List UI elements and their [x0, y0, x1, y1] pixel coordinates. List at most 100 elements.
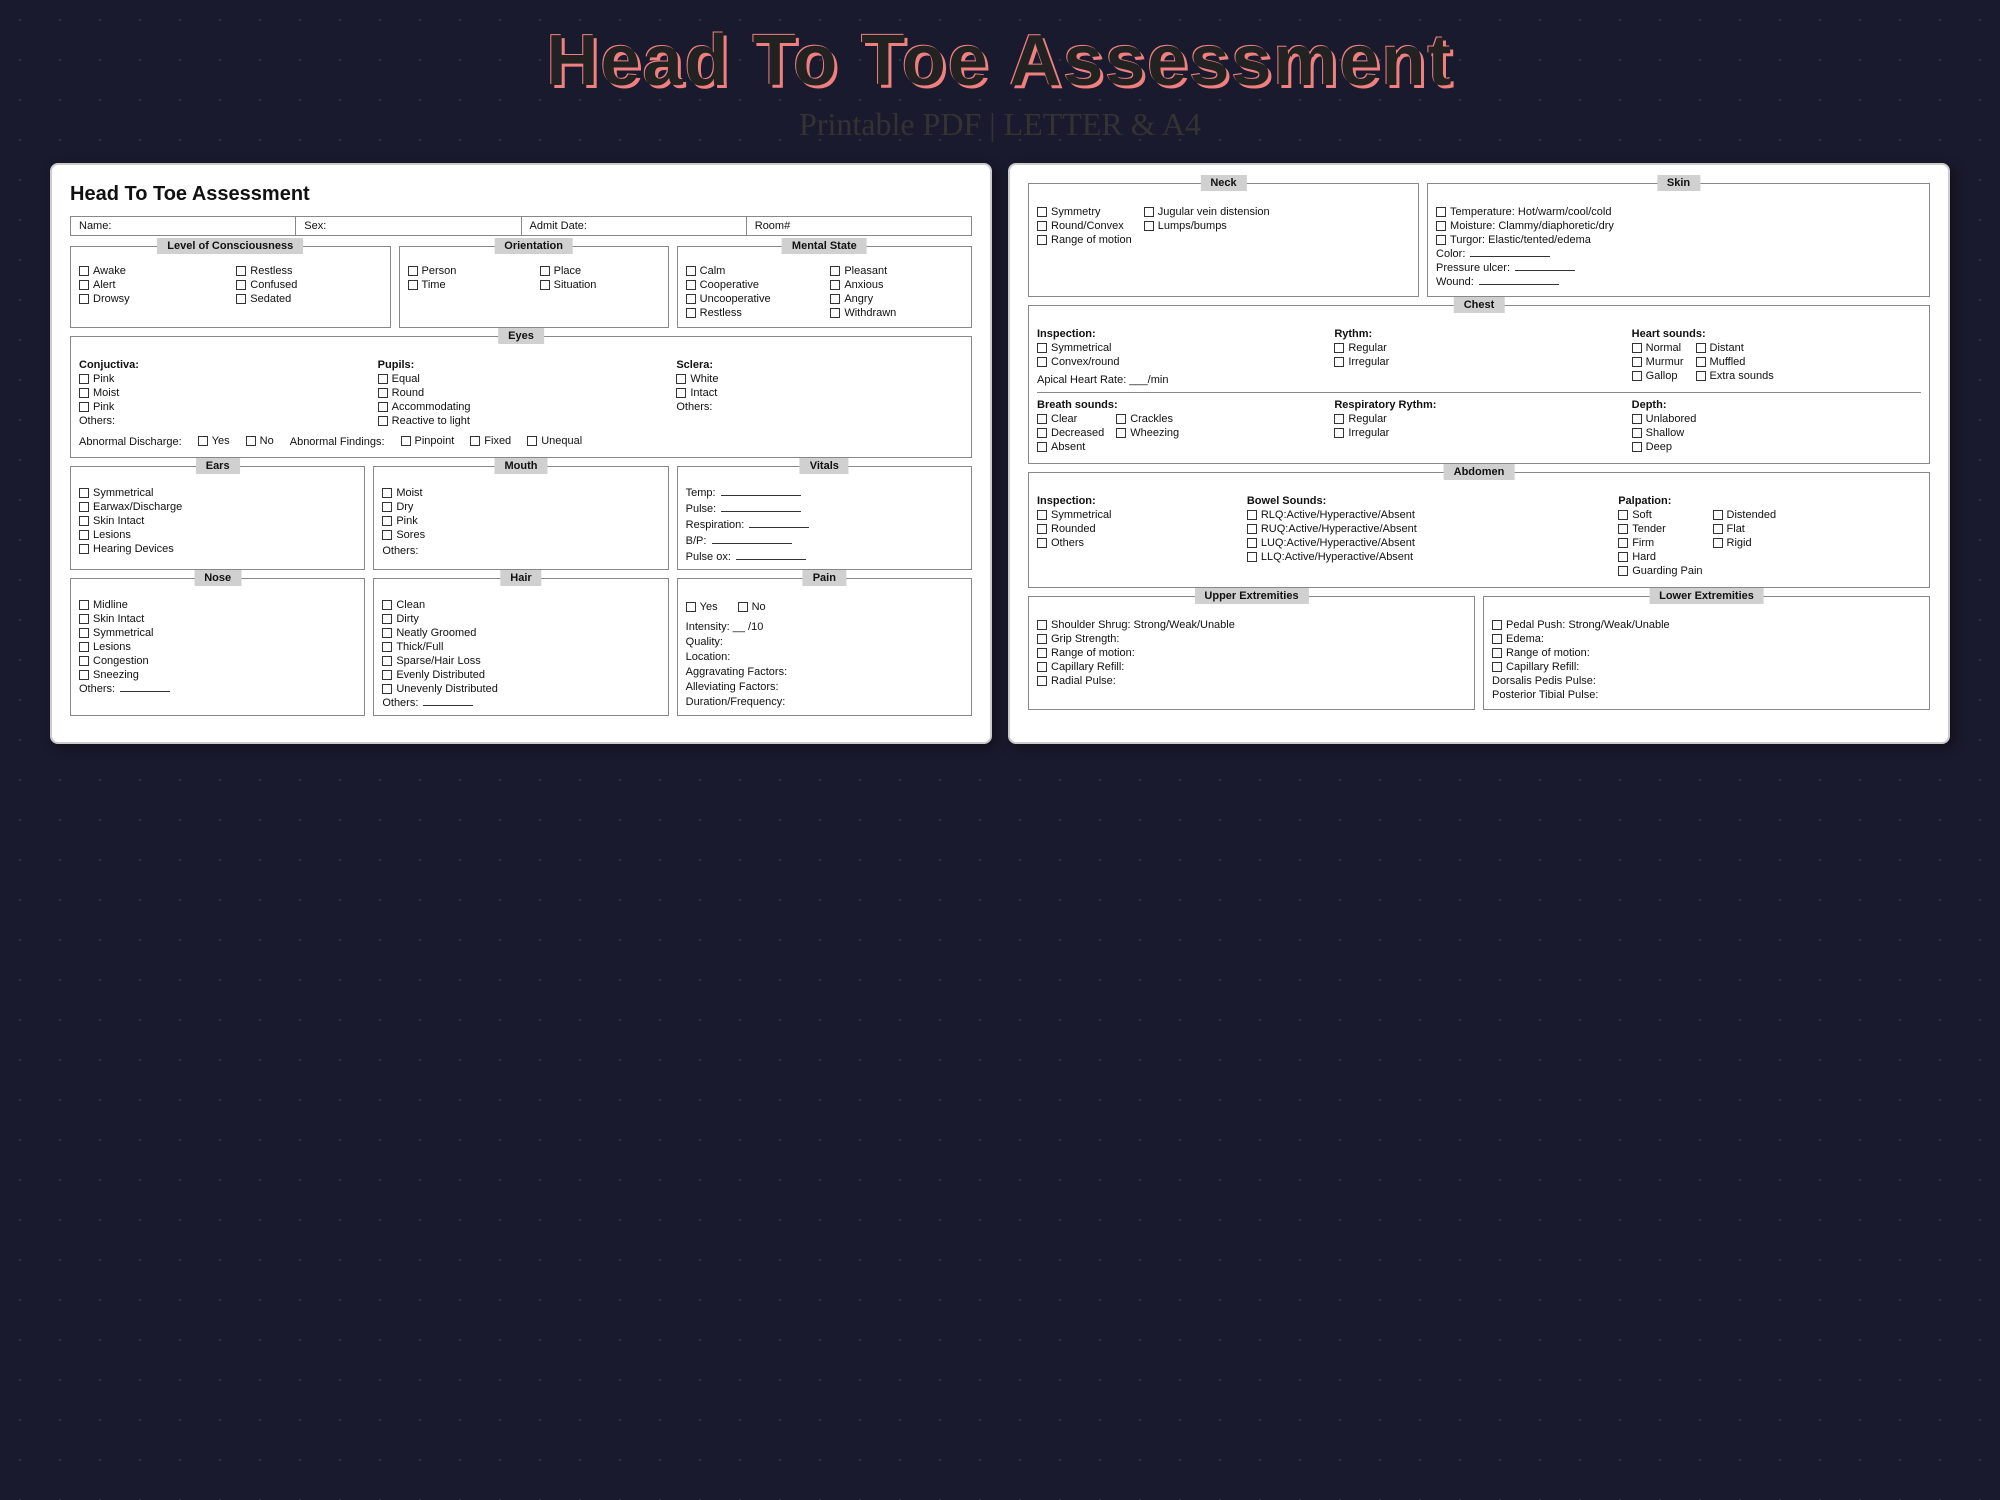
skin-label: Skin — [1657, 175, 1700, 191]
mouth-dry: Dry — [382, 501, 659, 513]
chest-apical: Apical Heart Rate: ___/min — [1037, 374, 1326, 386]
pain-section: Pain Yes No Intensity: __ /10 Quality: L… — [677, 578, 972, 716]
lower-ext-section: Lower Extremities Pedal Push: Strong/Wea… — [1483, 596, 1930, 710]
sclera-others: Others: — [676, 401, 963, 413]
chest-rythm-col: Rythm: Regular Irregular — [1334, 328, 1623, 386]
pain-label: Pain — [803, 570, 846, 586]
hair-unevenly: Unevenly Distributed — [382, 683, 659, 695]
ears-mouth-vitals: Ears Symmetrical Earwax/Discharge Skin I… — [70, 466, 972, 570]
bowel-ruq: RUQ:Active/Hyperactive/Absent — [1247, 523, 1610, 535]
chest-inspection-col: Inspection: Symmetrical Convex/round Api… — [1037, 328, 1326, 386]
heart-sounds-col2: Distant Muffled Extra sounds — [1696, 342, 1774, 384]
hair-sparse: Sparse/Hair Loss — [382, 655, 659, 667]
hair-dirty: Dirty — [382, 613, 659, 625]
findings-pinpoint: Pinpoint — [401, 435, 455, 447]
sclera-white: White — [676, 373, 963, 385]
chest-inner: Inspection: Symmetrical Convex/round Api… — [1037, 328, 1921, 386]
depth-shallow: Shallow — [1632, 427, 1921, 439]
le-capillary: Capillary Refill: — [1492, 661, 1921, 673]
chest-rythm-header: Rythm: — [1334, 328, 1623, 340]
neck-inner: Symmetry Round/Convex Range of motion Ju… — [1037, 206, 1410, 248]
mouth-others: Others: — [382, 545, 659, 557]
mental-cooperative: Cooperative — [686, 279, 819, 291]
findings-unequal: Unequal — [527, 435, 582, 447]
orient-time: Time — [408, 279, 528, 291]
chest-heart-sounds-col: Heart sounds: Normal Murmur Gallop Dista… — [1632, 328, 1921, 386]
palp-soft: Soft — [1618, 509, 1702, 521]
loc-section: Level of Consciousness Awake Alert Drows… — [70, 246, 391, 328]
conjunctiva-col: Conjuctiva: Pink Moist Pink Others: — [79, 359, 366, 429]
neck-round-convex: Round/Convex — [1037, 220, 1132, 232]
ears-hearing-devices: Hearing Devices — [79, 543, 356, 555]
vitals-section: Vitals Temp: Pulse: Respiration: B/P: Pu… — [677, 466, 972, 570]
resp-irregular: Irregular — [1334, 427, 1623, 439]
skin-wound: Wound: — [1436, 276, 1921, 288]
depth-col: Depth: Unlabored Shallow Deep — [1632, 399, 1921, 455]
pain-intensity: Intensity: __ /10 — [686, 621, 963, 633]
findings-fixed: Fixed — [470, 435, 511, 447]
orient-situation: Situation — [540, 279, 660, 291]
ears-skin-intact: Skin Intact — [79, 515, 356, 527]
chest-section: Chest Inspection: Symmetrical Convex/rou… — [1028, 305, 1930, 464]
heart-sounds-header: Heart sounds: — [1632, 328, 1921, 340]
heart-sounds-col1: Normal Murmur Gallop — [1632, 342, 1684, 384]
vitals-label: Vitals — [800, 458, 849, 474]
neck-lumps: Lumps/bumps — [1144, 220, 1270, 232]
ears-earwax: Earwax/Discharge — [79, 501, 356, 513]
pain-items: Yes No Intensity: __ /10 Quality: Locati… — [686, 601, 963, 708]
lower-ext-label: Lower Extremities — [1649, 588, 1764, 604]
palp-hard: Hard — [1618, 551, 1702, 563]
mental-withdrawn: Withdrawn — [830, 307, 963, 319]
loc-confused: Confused — [236, 279, 381, 291]
bowel-luq: LUQ:Active/Hyperactive/Absent — [1247, 537, 1610, 549]
abnormal-discharge-label: Abnormal Discharge: — [79, 436, 182, 448]
hair-others: Others: — [382, 697, 659, 709]
nose-hair-pain: Nose Midline Skin Intact Symmetrical Les… — [70, 578, 972, 716]
nose-skin-intact: Skin Intact — [79, 613, 356, 625]
ue-radial: Radial Pulse: — [1037, 675, 1466, 687]
mouth-sores: Sores — [382, 529, 659, 541]
pupils-round: Round — [378, 387, 665, 399]
depth-unlabored: Unlabored — [1632, 413, 1921, 425]
palp-col2: Distended Flat Rigid — [1713, 509, 1777, 579]
conj-pink2: Pink — [79, 401, 366, 413]
mouth-pink: Pink — [382, 515, 659, 527]
vitals-pulse-ox: Pulse ox: — [686, 551, 963, 563]
pupils-header: Pupils: — [378, 359, 665, 371]
vitals-temp: Temp: — [686, 487, 963, 499]
neck-col1: Symmetry Round/Convex Range of motion — [1037, 206, 1132, 248]
palp-distended: Distended — [1713, 509, 1777, 521]
breath-sounds-header: Breath sounds: — [1037, 399, 1326, 411]
loc-drowsy: Drowsy — [79, 293, 224, 305]
eyes-section: Eyes Conjuctiva: Pink Moist Pink Others:… — [70, 336, 972, 458]
conj-others: Others: — [79, 415, 366, 427]
ears-label: Ears — [196, 458, 240, 474]
sex-field: Sex: — [296, 217, 521, 235]
loc-label: Level of Consciousness — [157, 238, 303, 254]
mental-restless: Restless — [686, 307, 819, 319]
pupils-reactive: Reactive to light — [378, 415, 665, 427]
bowel-rlq: RLQ:Active/Hyperactive/Absent — [1247, 509, 1610, 521]
vitals-pulse: Pulse: — [686, 503, 963, 515]
ears-lesions: Lesions — [79, 529, 356, 541]
eyes-label: Eyes — [498, 328, 544, 344]
le-dorsalis: Dorsalis Pedis Pulse: — [1492, 675, 1921, 687]
palpation-inner: Soft Tender Firm Hard Guarding Pain Dist… — [1618, 509, 1921, 579]
breath-col2: Crackles Wheezing — [1116, 413, 1179, 455]
mental-angry: Angry — [830, 293, 963, 305]
neck-jugular: Jugular vein distension — [1144, 206, 1270, 218]
pain-duration: Duration/Frequency: — [686, 696, 963, 708]
skin-turgor: Turgor: Elastic/tented/edema — [1436, 234, 1921, 246]
pupils-accommodating: Accommodating — [378, 401, 665, 413]
hs-distant: Distant — [1696, 342, 1774, 354]
loc-col2: Restless Confused Sedated — [236, 265, 381, 307]
mouth-label: Mouth — [494, 458, 547, 474]
nose-symmetrical: Symmetrical — [79, 627, 356, 639]
pupils-equal: Equal — [378, 373, 665, 385]
mouth-section: Mouth Moist Dry Pink Sores Others: — [373, 466, 668, 570]
discharge-no: No — [246, 435, 274, 447]
ears-symmetrical: Symmetrical — [79, 487, 356, 499]
orientation-label: Orientation — [494, 238, 573, 254]
pain-quality: Quality: — [686, 636, 963, 648]
pupils-col: Pupils: Equal Round Accommodating Reacti… — [378, 359, 665, 429]
